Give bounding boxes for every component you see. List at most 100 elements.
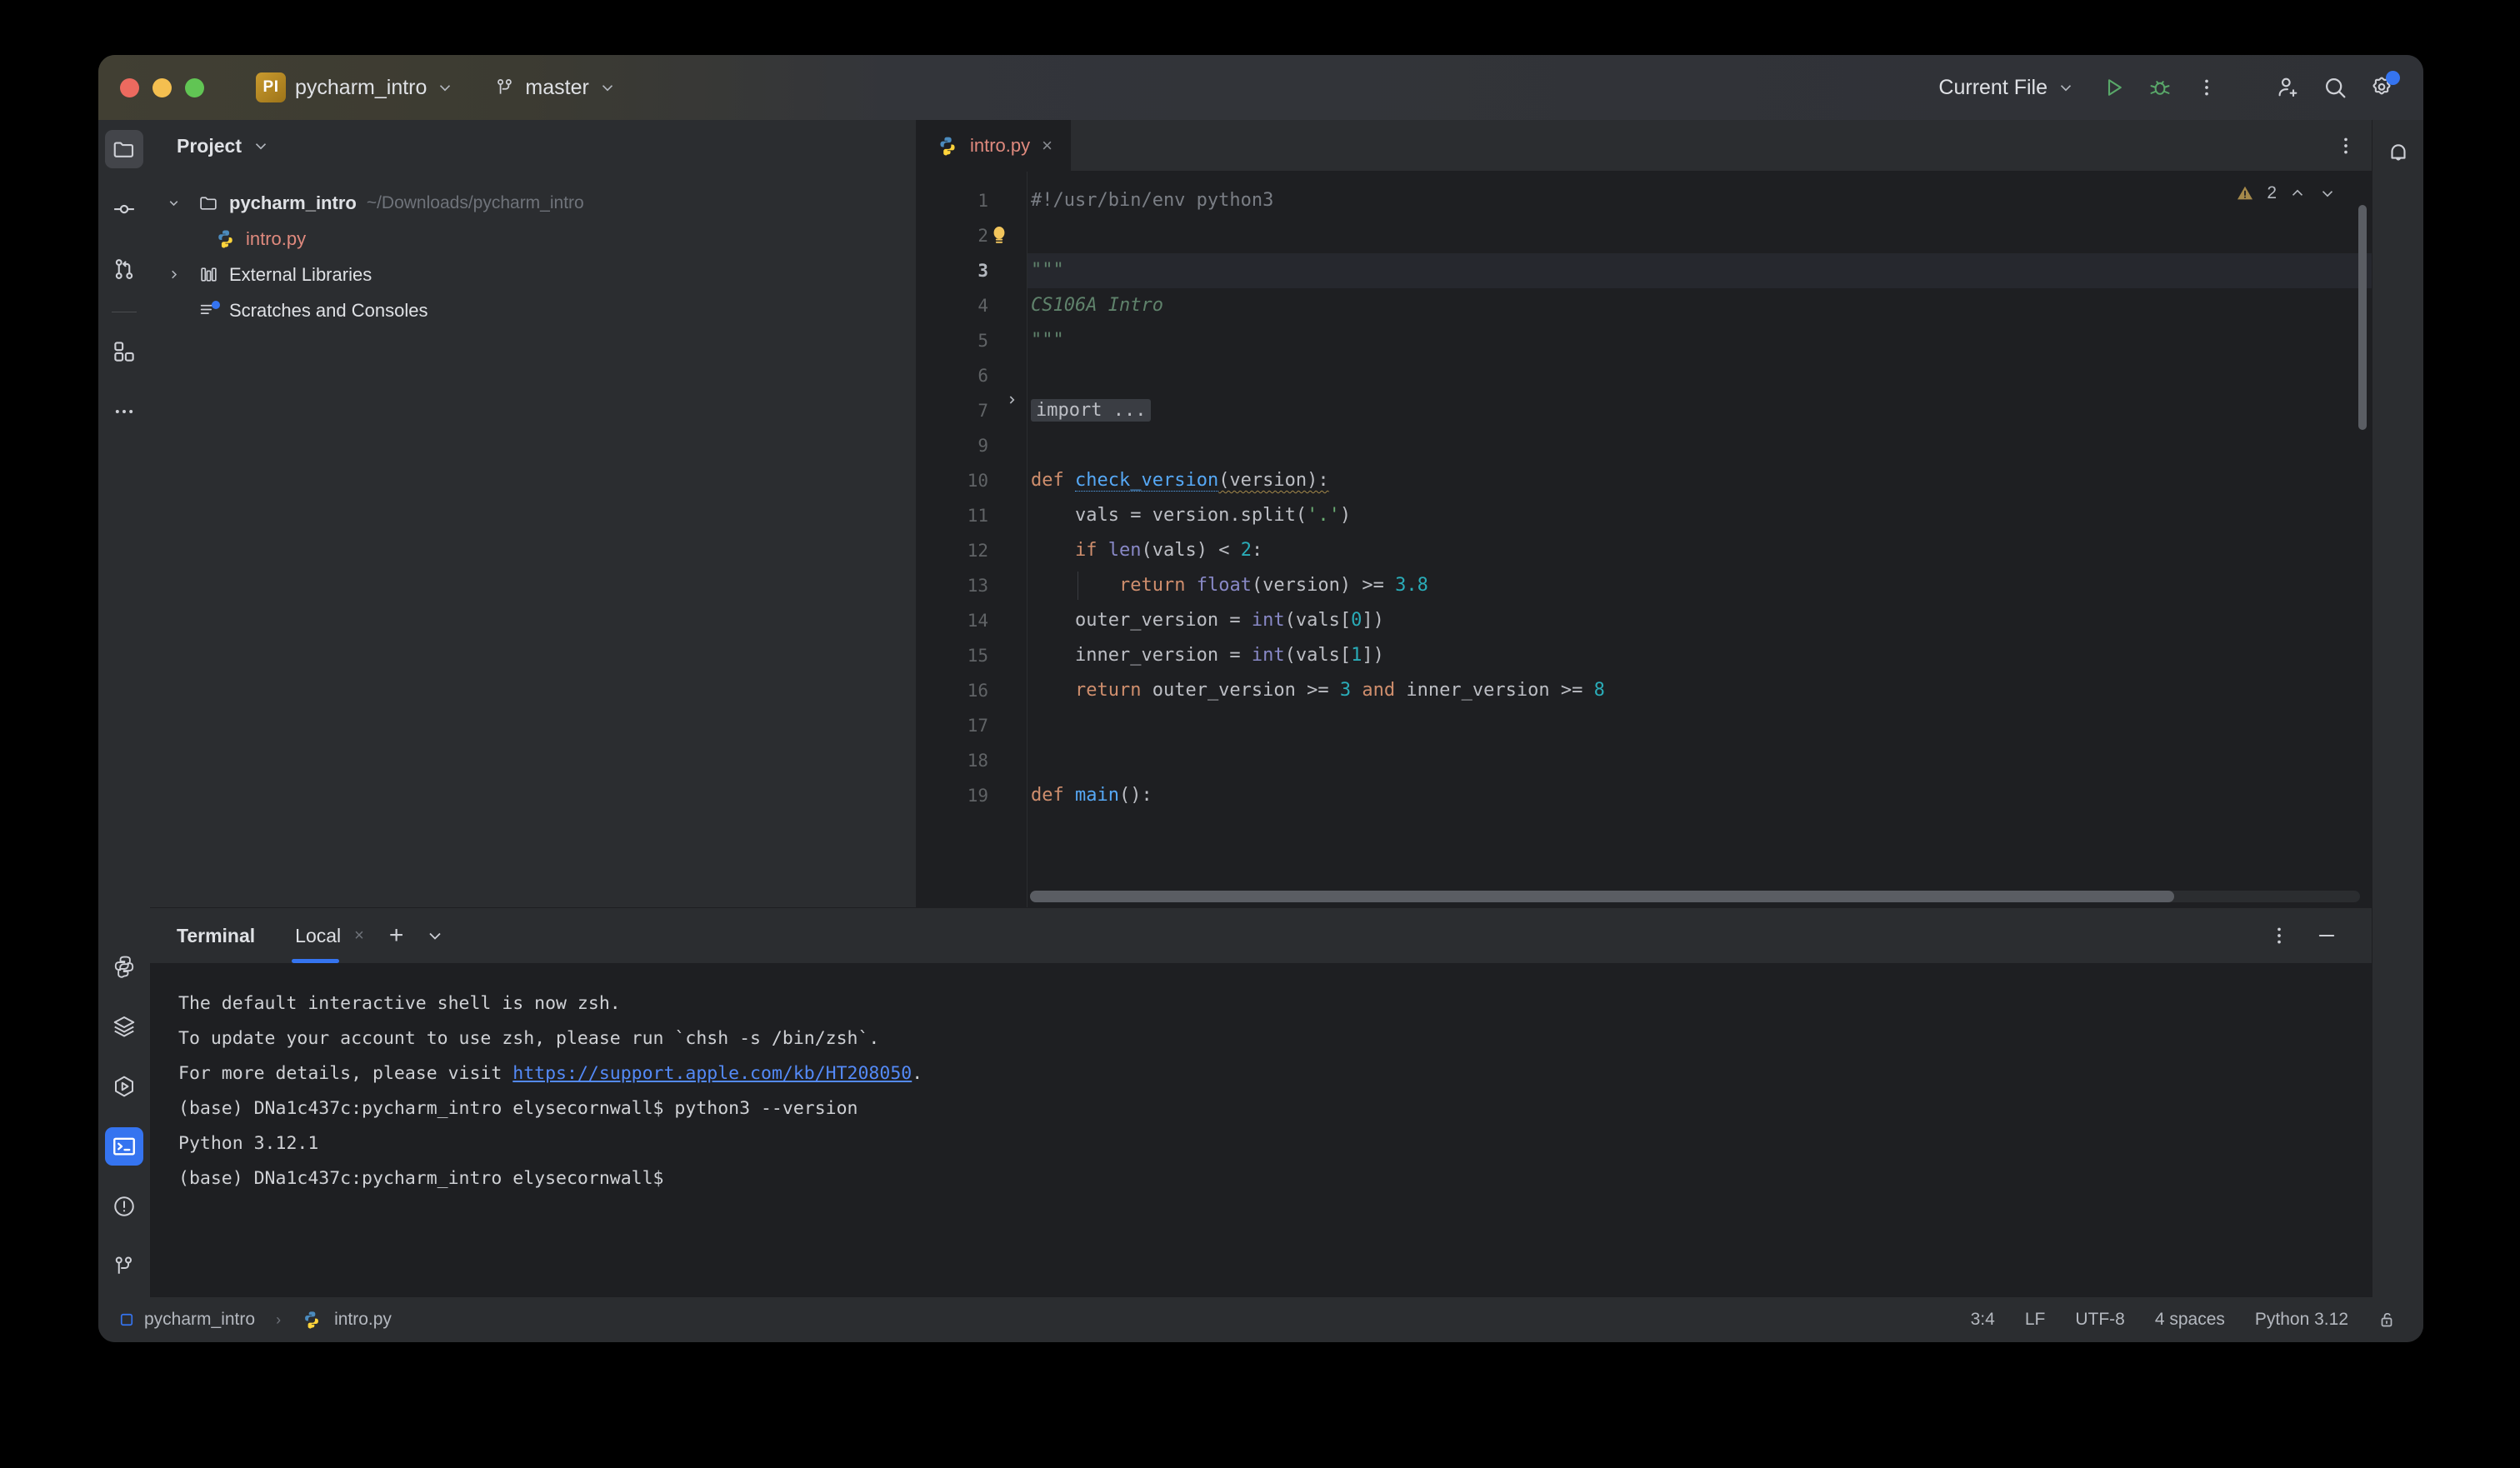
terminal-tab-local[interactable]: Local × <box>292 908 368 963</box>
sidebar-item-git[interactable] <box>105 1247 143 1286</box>
project-tool-window-header[interactable]: Project <box>150 120 916 172</box>
code-text[interactable]: #!/usr/bin/env python3 """CS106A Intro""… <box>1027 172 2372 907</box>
close-icon[interactable]: × <box>354 926 364 946</box>
sidebar-item-terminal[interactable] <box>105 1127 143 1166</box>
python-interpreter[interactable]: Python 3.12 <box>2255 1310 2348 1330</box>
editor-tab-actions <box>2335 120 2372 171</box>
editor-tab-bar: intro.py × <box>917 120 2372 172</box>
python-file-icon <box>937 135 958 157</box>
run-configuration-selector[interactable]: Current File <box>1938 76 2075 100</box>
scratches-icon <box>195 300 222 321</box>
debug-button[interactable] <box>2137 64 2183 111</box>
sidebar-item-project[interactable] <box>105 130 143 168</box>
code-line: if len(vals) < 2: <box>1028 533 2372 568</box>
terminal-link[interactable]: https://support.apple.com/kb/HT208050 <box>512 1063 912 1084</box>
indent-setting[interactable]: 4 spaces <box>2155 1310 2225 1330</box>
tree-node-pycharm-intro[interactable]: pycharm_intro ~/Downloads/pycharm_intro <box>150 185 916 221</box>
file-encoding[interactable]: UTF-8 <box>2075 1310 2125 1330</box>
inspections-widget[interactable]: 2 <box>2235 183 2337 203</box>
more-vertical-icon[interactable] <box>2268 925 2290 946</box>
window-body: Project <box>98 120 2423 1297</box>
notifications-button[interactable] <box>2379 133 2418 172</box>
chevron-right-icon[interactable] <box>167 267 195 282</box>
terminal-line: Python 3.12.1 <box>178 1126 2372 1161</box>
title-bar: PI pycharm_intro master Current File <box>98 55 2423 120</box>
warning-triangle-icon <box>2235 183 2255 203</box>
code-line: return outer_version >= 3 and inner_vers… <box>1028 673 2372 708</box>
sidebar-item-services[interactable] <box>105 1007 143 1046</box>
line-number: 13 <box>917 568 1027 603</box>
caret-position[interactable]: 3:4 <box>1971 1310 1995 1330</box>
run-button[interactable] <box>2090 64 2137 111</box>
sidebar-item-problems[interactable] <box>105 1187 143 1226</box>
more-vertical-icon[interactable] <box>2335 135 2357 157</box>
code-line <box>1028 708 2372 743</box>
settings-badge <box>2386 71 2400 85</box>
close-icon[interactable]: × <box>1042 137 1052 155</box>
minimize-window-button[interactable] <box>152 78 172 97</box>
terminal-line: (base) DNa1c437c:pycharm_intro elysecorn… <box>178 1161 2372 1196</box>
breadcrumb-file[interactable]: intro.py <box>334 1310 392 1330</box>
tree-node-intro-py[interactable]: intro.py <box>150 221 916 257</box>
add-user-button[interactable] <box>2265 64 2312 111</box>
close-window-button[interactable] <box>120 78 139 97</box>
chevron-down-icon[interactable] <box>2318 184 2337 202</box>
chevron-down-icon[interactable] <box>425 926 445 946</box>
maximize-window-button[interactable] <box>185 78 204 97</box>
title-bar-actions: Current File <box>1938 55 2423 120</box>
sidebar-item-python-console[interactable] <box>105 947 143 986</box>
editor-tab-intro-py[interactable]: intro.py × <box>917 120 1071 171</box>
chevron-down-icon[interactable] <box>167 196 195 210</box>
breadcrumb-project[interactable]: pycharm_intro <box>144 1310 255 1330</box>
sidebar-item-commit[interactable] <box>105 190 143 228</box>
line-number: 3 <box>917 253 1027 288</box>
active-tab-indicator <box>292 959 339 963</box>
line-number: 12 <box>917 533 1027 568</box>
editor-viewport[interactable]: 2 1 2 <box>917 172 2372 907</box>
search-everywhere-button[interactable] <box>2312 64 2358 111</box>
new-terminal-tab-button[interactable]: + <box>389 923 404 948</box>
sidebar-item-plugins[interactable] <box>105 332 143 371</box>
sidebar-item-pull-requests[interactable] <box>105 250 143 288</box>
tree-node-label: Scratches and Consoles <box>229 300 428 322</box>
center-column: Project <box>150 120 2372 1297</box>
editor-gutter[interactable]: 1 2 3 4 5 6 7 <box>917 172 1027 907</box>
breadcrumb[interactable]: pycharm_intro › intro.py <box>118 1310 392 1330</box>
pycharm-window: PI pycharm_intro master Current File <box>98 55 2423 1342</box>
code-line: return float(version) >= 3.8 <box>1028 568 2372 603</box>
editor-vertical-scrollbar[interactable] <box>2358 205 2367 430</box>
minimize-icon[interactable] <box>2315 924 2338 947</box>
line-number: 14 <box>917 603 1027 638</box>
chevron-down-icon <box>252 137 270 155</box>
left-tool-window-bar <box>98 120 150 1297</box>
line-number: 6 <box>917 358 1027 393</box>
library-icon <box>195 264 222 285</box>
line-number: 19 <box>917 778 1027 813</box>
unlocked-icon[interactable] <box>2378 1310 2398 1330</box>
terminal-output[interactable]: The default interactive shell is now zsh… <box>150 963 2372 1297</box>
code-line <box>1028 428 2372 463</box>
code-line: """ <box>1028 323 2372 358</box>
project-selector[interactable]: PI pycharm_intro <box>256 72 454 102</box>
editor-horizontal-scrollbar[interactable] <box>1030 891 2360 902</box>
editor-tab-label: intro.py <box>970 135 1030 157</box>
terminal-tab-label: Local <box>295 925 341 947</box>
code-line: def check_version(version): <box>1028 463 2372 498</box>
project-tool-window-title: Project <box>177 135 242 157</box>
fold-expand-icon[interactable] <box>1005 393 1018 407</box>
tree-node-scratches-and-consoles[interactable]: Scratches and Consoles <box>150 292 916 328</box>
line-number: 4 <box>917 288 1027 323</box>
tree-node-external-libraries[interactable]: External Libraries <box>150 257 916 292</box>
intention-bulb-icon[interactable] <box>990 225 1008 243</box>
vcs-branch-selector[interactable]: master <box>494 76 616 100</box>
more-actions-button[interactable] <box>2183 64 2230 111</box>
sidebar-item-more[interactable] <box>105 392 143 431</box>
settings-button[interactable] <box>2358 64 2405 111</box>
sidebar-item-run[interactable] <box>105 1067 143 1106</box>
chevron-up-icon[interactable] <box>2288 184 2307 202</box>
tree-node-path: ~/Downloads/pycharm_intro <box>367 193 584 213</box>
project-badge: PI <box>256 72 286 102</box>
line-number: 1 <box>917 183 1027 218</box>
chevron-down-icon <box>2057 78 2075 97</box>
line-separator[interactable]: LF <box>2025 1310 2046 1330</box>
